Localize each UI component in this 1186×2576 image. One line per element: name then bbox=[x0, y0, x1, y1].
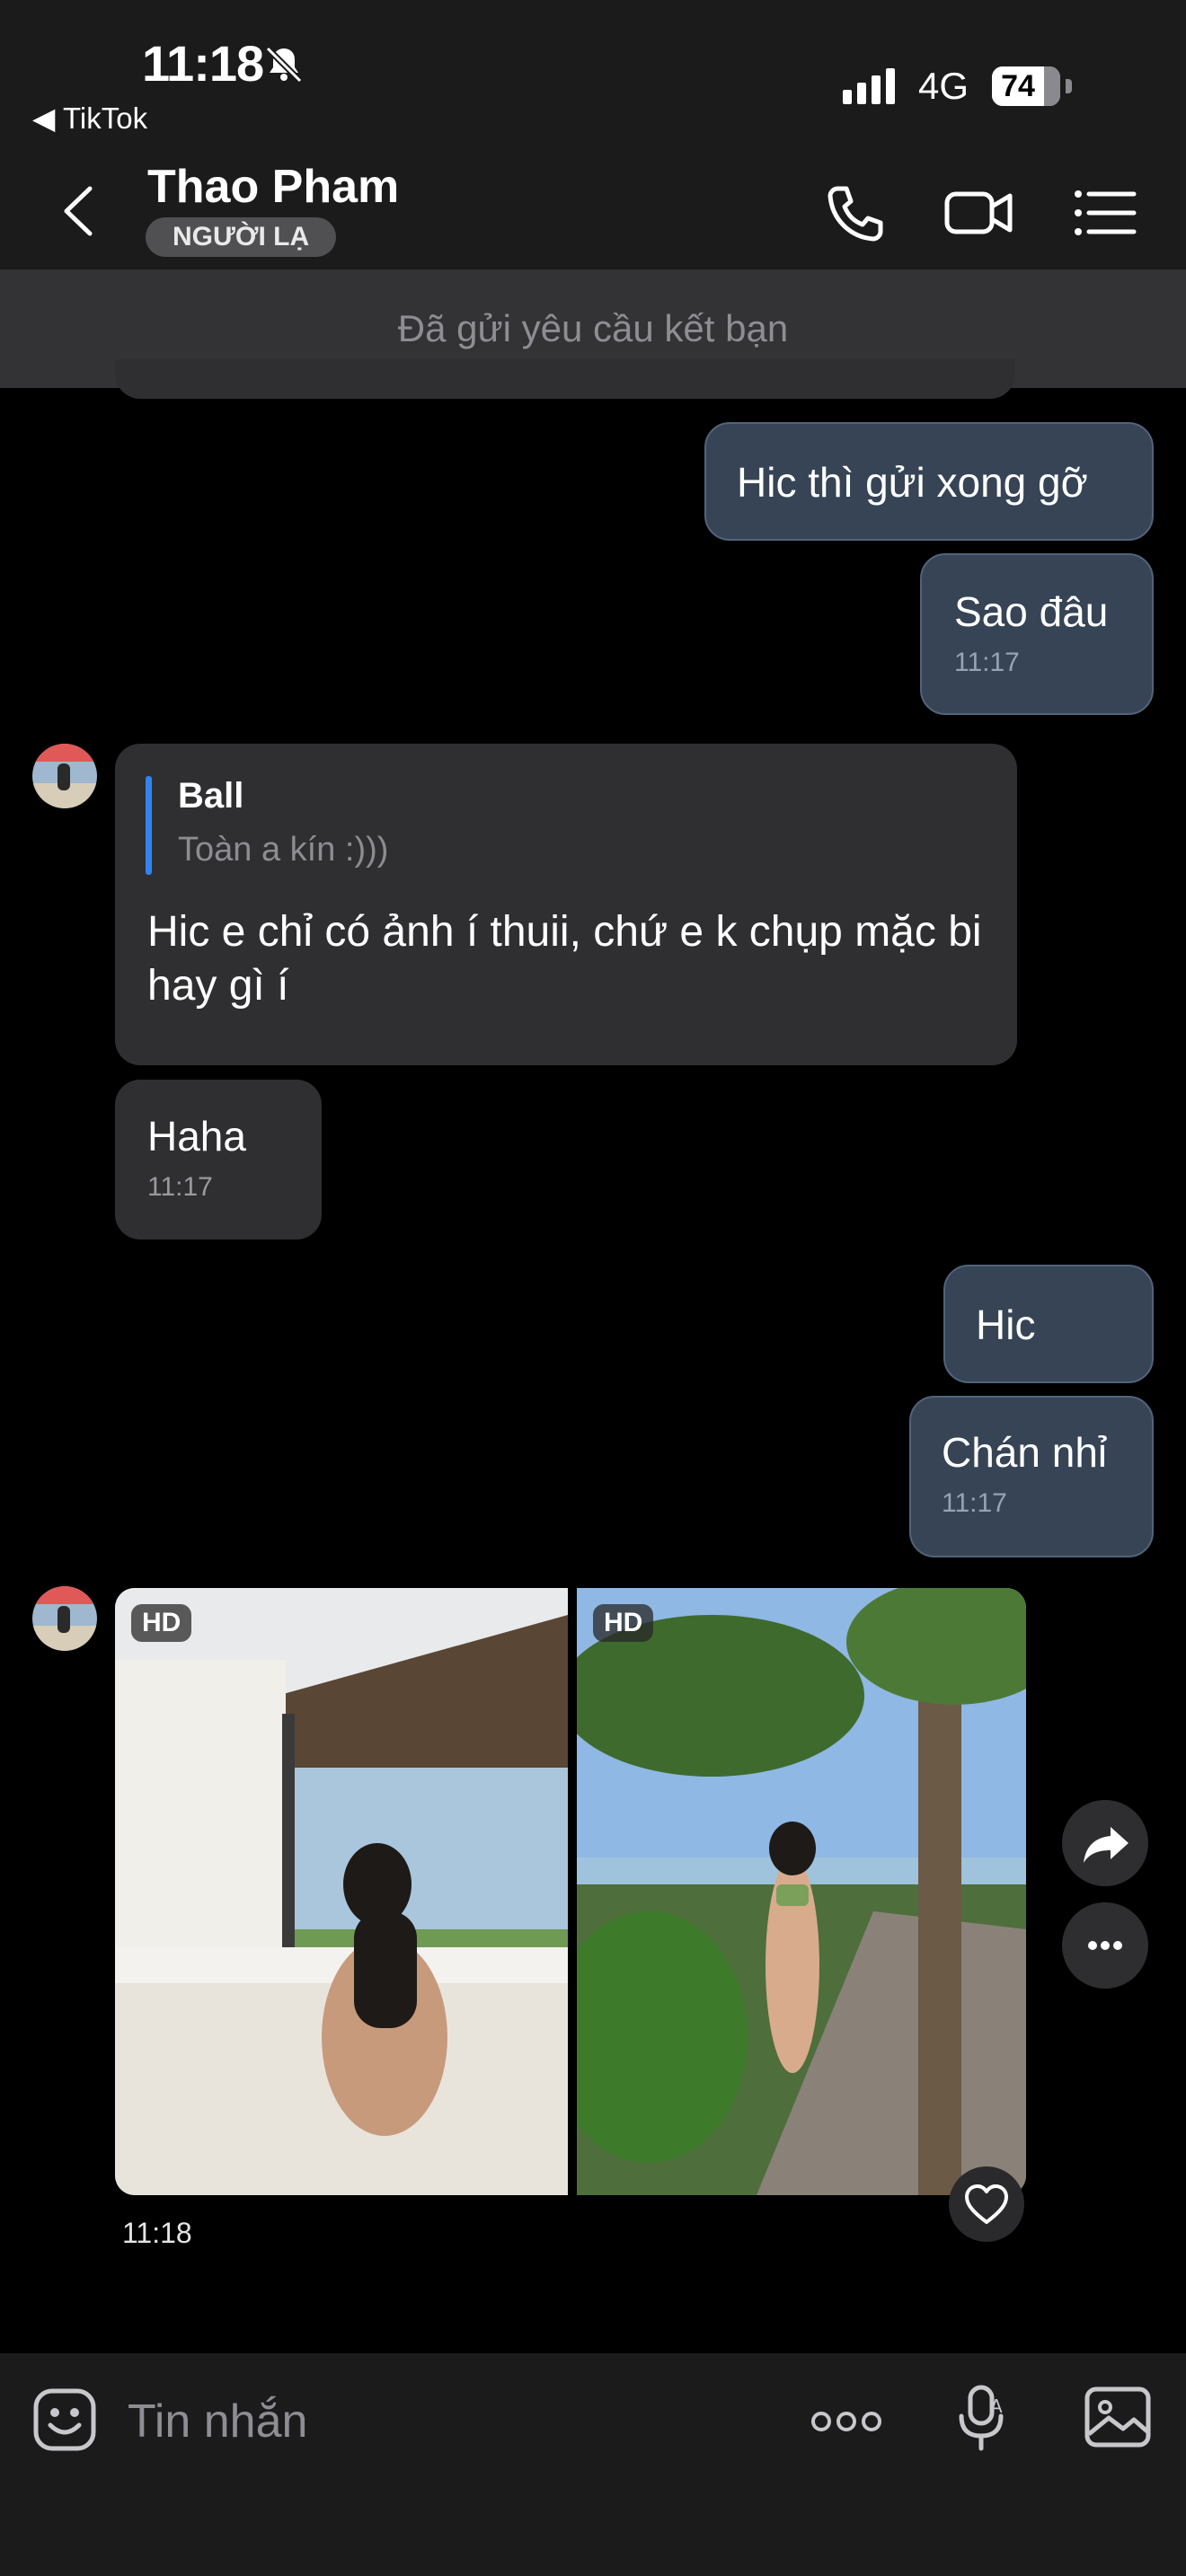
quote-author: Ball bbox=[178, 776, 244, 816]
message-text: Sao đâu bbox=[954, 588, 1109, 635]
quote-accent-bar bbox=[146, 776, 152, 875]
message-time: 11:17 bbox=[147, 1172, 213, 1202]
quote-text: Toàn a kín :))) bbox=[178, 831, 389, 869]
heart-icon bbox=[965, 2184, 1008, 2224]
hd-badge: HD bbox=[593, 1604, 654, 1642]
list-menu-icon[interactable] bbox=[1067, 176, 1141, 250]
back-to-app-link[interactable]: ◀ TikTok bbox=[32, 101, 147, 136]
message-text: Hic bbox=[976, 1301, 1036, 1348]
outgoing-message[interactable]: Hic thì gửi xong gỡ bbox=[704, 422, 1154, 541]
share-arrow-icon bbox=[1084, 1827, 1128, 1863]
avatar[interactable] bbox=[32, 744, 97, 808]
signal-icon bbox=[841, 66, 902, 110]
avatar[interactable] bbox=[32, 1586, 97, 1651]
network-type: 4G bbox=[918, 65, 969, 107]
ellipsis-icon bbox=[1088, 1941, 1122, 1950]
photo-attachment[interactable]: HD bbox=[115, 1588, 568, 2195]
bell-slash-icon bbox=[262, 43, 305, 91]
share-button[interactable] bbox=[1062, 1800, 1148, 1886]
message-text: Haha bbox=[147, 1113, 246, 1160]
message-input[interactable]: Tin nhắn bbox=[128, 2395, 307, 2448]
outgoing-message[interactable]: Hic bbox=[943, 1265, 1154, 1383]
outgoing-message[interactable]: Sao đâu 11:17 bbox=[920, 553, 1154, 715]
partial-message-bubble bbox=[115, 359, 1015, 399]
message-time: 11:17 bbox=[942, 1488, 1007, 1518]
battery-percent: 74 bbox=[1001, 69, 1035, 103]
message-time: 11:18 bbox=[122, 2217, 192, 2249]
svg-text:A: A bbox=[990, 2395, 1003, 2417]
emoji-icon[interactable] bbox=[32, 2387, 97, 2457]
battery-icon: 74 bbox=[992, 66, 1072, 106]
message-text: Chán nhỉ bbox=[942, 1429, 1108, 1476]
message-time: 11:17 bbox=[954, 648, 1020, 677]
contact-name[interactable]: Thao Pham bbox=[147, 160, 399, 214]
voice-to-text-mic-icon[interactable]: A bbox=[951, 2382, 1015, 2458]
phone-icon[interactable] bbox=[818, 176, 891, 250]
incoming-message[interactable]: Haha 11:17 bbox=[115, 1080, 322, 1239]
message-text: Hic thì gửi xong gỡ bbox=[737, 459, 1088, 506]
more-dots-icon[interactable] bbox=[809, 2396, 884, 2451]
more-options-button[interactable] bbox=[1062, 1902, 1148, 1989]
incoming-message[interactable]: Ball Toàn a kín :))) Hic e chỉ có ảnh í … bbox=[115, 744, 1017, 1065]
message-text: Hic e chỉ có ảnh í thuii, chứ e k chụp m… bbox=[147, 908, 982, 1010]
back-arrow-icon[interactable] bbox=[56, 180, 101, 243]
photo-attachment[interactable]: HD bbox=[577, 1588, 1026, 2195]
hd-badge: HD bbox=[131, 1604, 192, 1642]
image-gallery-icon[interactable] bbox=[1082, 2382, 1154, 2458]
outgoing-message[interactable]: Chán nhỉ 11:17 bbox=[909, 1396, 1154, 1557]
status-time: 11:18 bbox=[142, 35, 264, 92]
video-call-icon[interactable] bbox=[942, 176, 1015, 250]
heart-reaction-button[interactable] bbox=[949, 2166, 1024, 2242]
stranger-badge: NGƯỜI LẠ bbox=[146, 217, 337, 257]
